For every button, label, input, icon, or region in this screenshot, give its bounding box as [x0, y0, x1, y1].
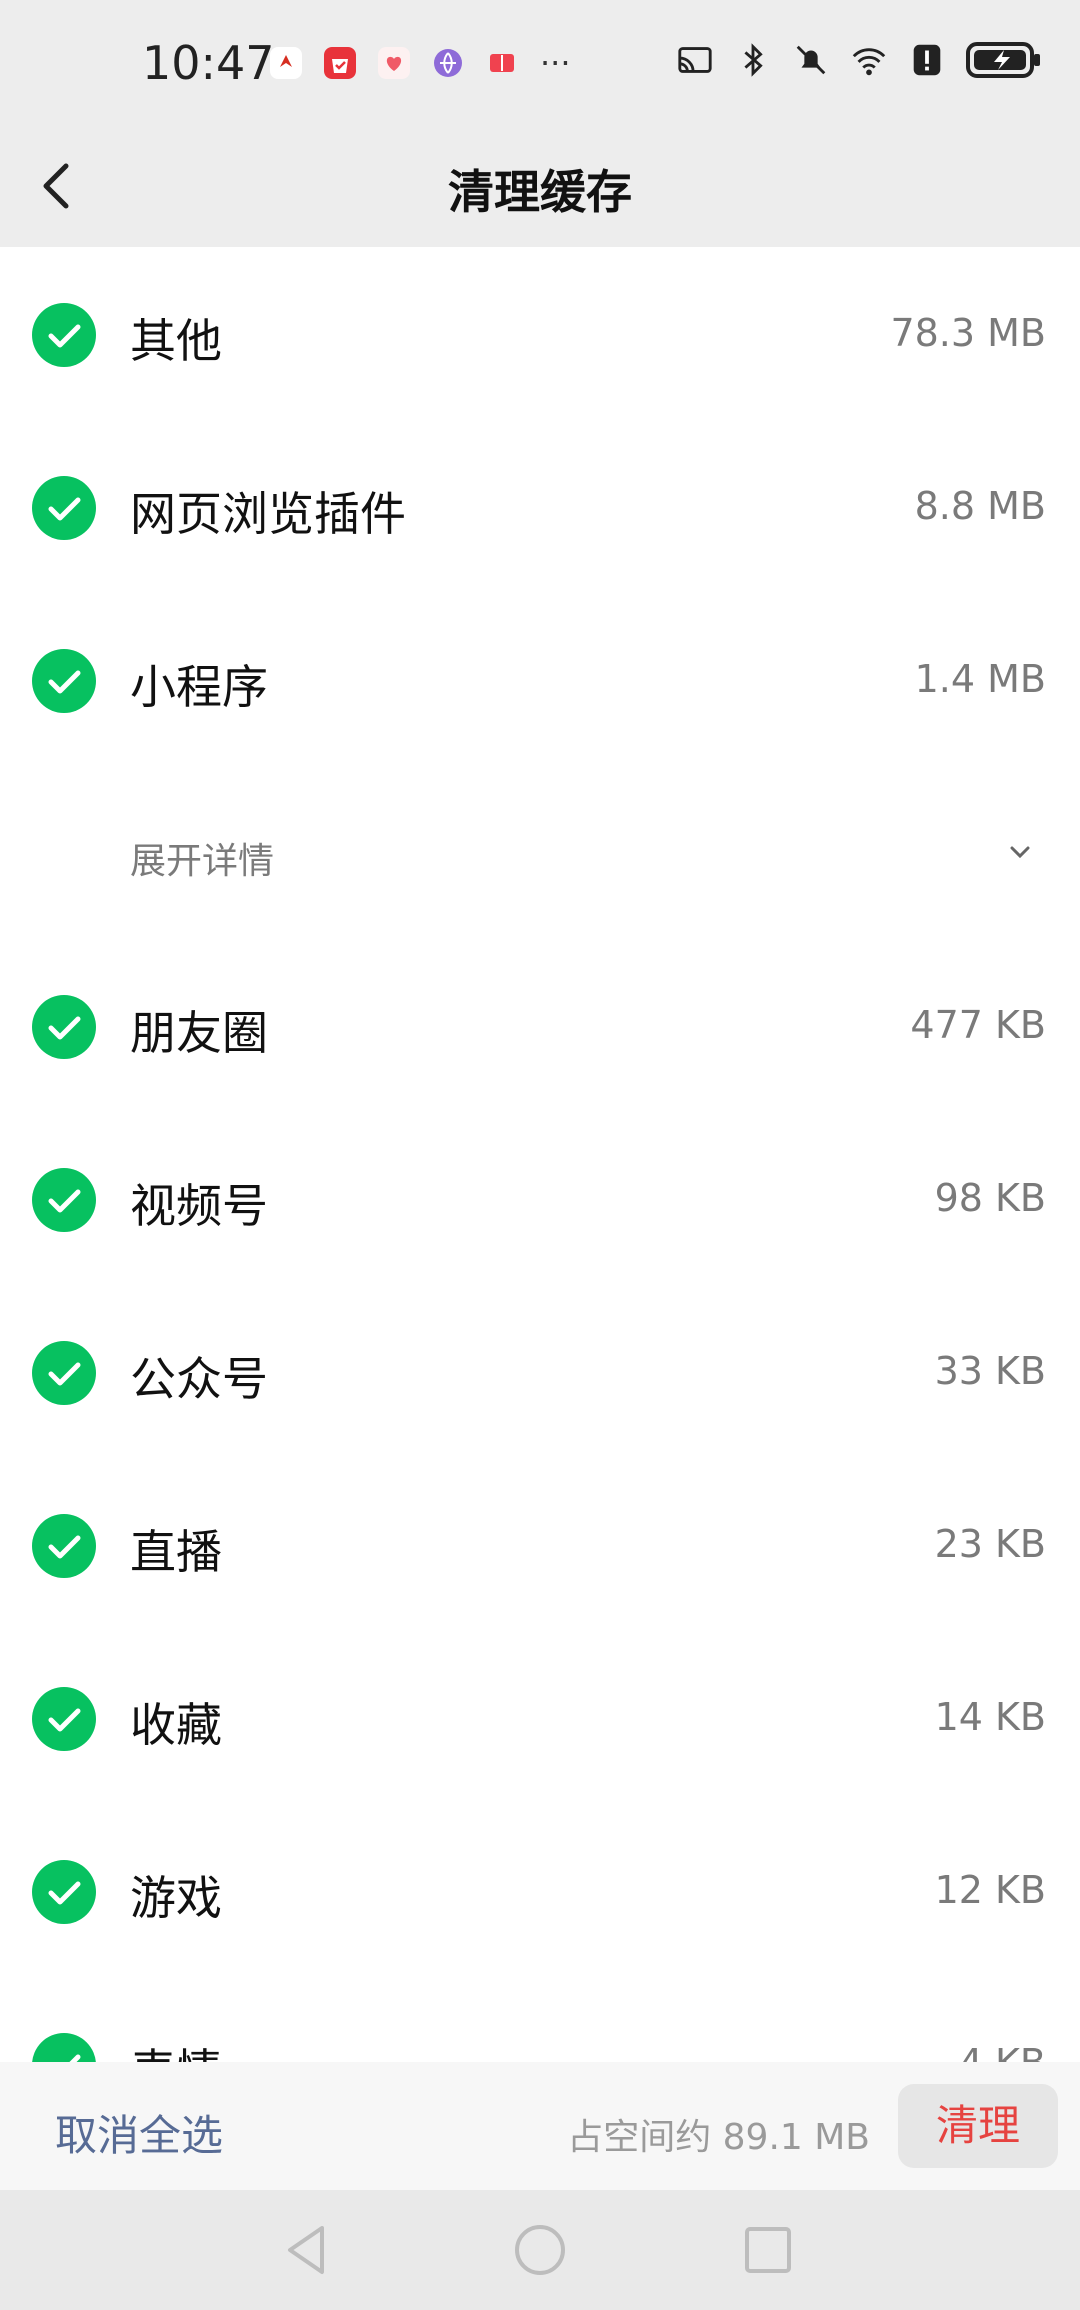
huawei-icon	[270, 47, 302, 79]
checked-icon[interactable]	[32, 1168, 96, 1232]
checked-icon[interactable]	[32, 1341, 96, 1405]
browser-icon	[434, 49, 462, 77]
expand-details-label: 展开详情	[130, 841, 275, 882]
checked-icon[interactable]	[32, 2033, 96, 2062]
checked-icon[interactable]	[32, 476, 96, 540]
list-item-label: 网页浏览插件	[130, 487, 406, 541]
alert-icon	[913, 44, 941, 76]
list-item[interactable]: 其他 78.3 MB	[0, 247, 1080, 420]
cast-icon	[678, 47, 712, 73]
list-item[interactable]: 直播 23 KB	[0, 1458, 1080, 1631]
nav-recents-icon[interactable]	[738, 2220, 798, 2280]
status-right-icons	[676, 40, 1042, 80]
list-item-size: 477 KB	[910, 1003, 1046, 1047]
checked-icon[interactable]	[32, 995, 96, 1059]
list-item[interactable]: 表情 4 KB	[0, 1977, 1080, 2062]
list-item-label: 直播	[130, 1525, 222, 1579]
list-item-label: 小程序	[130, 660, 268, 714]
list-item-label: 游戏	[130, 1871, 222, 1925]
list-item-label: 公众号	[130, 1352, 268, 1406]
list-item-size: 33 KB	[934, 1349, 1046, 1393]
list-item-size: 8.8 MB	[914, 484, 1046, 528]
status-bar: 10:47 ···	[0, 0, 1080, 120]
list-item-label: 其他	[130, 314, 222, 368]
checked-icon[interactable]	[32, 649, 96, 713]
expand-details-row[interactable]: 展开详情	[0, 766, 1080, 939]
list-item-label: 收藏	[130, 1698, 222, 1752]
checked-icon[interactable]	[32, 1687, 96, 1751]
list-item[interactable]: 游戏 12 KB	[0, 1804, 1080, 1977]
shopping-bag-icon	[324, 47, 356, 79]
list-item-size: 1.4 MB	[914, 657, 1046, 701]
list-item-size: 23 KB	[934, 1522, 1046, 1566]
wifi-icon	[852, 48, 886, 76]
list-item-label: 朋友圈	[130, 1006, 268, 1060]
chevron-down-icon	[1010, 846, 1030, 859]
list-item-size: 14 KB	[934, 1695, 1046, 1739]
nav-home-icon[interactable]	[510, 2220, 570, 2280]
list-item-size: 12 KB	[934, 1868, 1046, 1912]
cache-list: 其他 78.3 MB 网页浏览插件 8.8 MB 小程序 1.4 MB 展开详情…	[0, 247, 1080, 2062]
checked-icon[interactable]	[32, 303, 96, 367]
clean-button[interactable]: 清理	[898, 2084, 1058, 2168]
bottom-action-bar: 取消全选 占空间约 89.1 MB 清理	[0, 2062, 1080, 2190]
list-item-label: 表情	[130, 2035, 222, 2062]
checked-icon[interactable]	[32, 1860, 96, 1924]
occupied-space-text: 占空间约 89.1 MB	[567, 2117, 870, 2158]
list-item-size: 4 KB	[959, 2041, 1046, 2062]
list-item[interactable]: 公众号 33 KB	[0, 1285, 1080, 1458]
book-icon	[490, 54, 514, 72]
list-item[interactable]: 小程序 1.4 MB	[0, 593, 1080, 766]
status-time: 10:47	[142, 36, 275, 90]
system-nav-bar	[0, 2190, 1080, 2310]
page-title: 清理缓存	[448, 165, 632, 219]
health-icon	[378, 47, 410, 79]
list-item-label: 视频号	[130, 1179, 268, 1233]
mute-icon	[796, 45, 826, 75]
checked-icon[interactable]	[32, 1514, 96, 1578]
list-item[interactable]: 朋友圈 477 KB	[0, 939, 1080, 1112]
bluetooth-icon	[744, 43, 763, 77]
nav-back-icon[interactable]	[278, 2220, 338, 2280]
app-header: 清理缓存	[0, 120, 1080, 247]
list-item[interactable]: 视频号 98 KB	[0, 1112, 1080, 1285]
list-item[interactable]: 网页浏览插件 8.8 MB	[0, 420, 1080, 593]
list-item-size: 98 KB	[934, 1176, 1046, 1220]
list-item-size: 78.3 MB	[890, 311, 1046, 355]
more-apps-indicator: ···	[540, 44, 571, 82]
list-item[interactable]: 收藏 14 KB	[0, 1631, 1080, 1804]
battery-charging-icon	[966, 42, 1040, 78]
status-app-icons: ···	[270, 44, 571, 82]
deselect-all-button[interactable]: 取消全选	[55, 2102, 223, 2163]
